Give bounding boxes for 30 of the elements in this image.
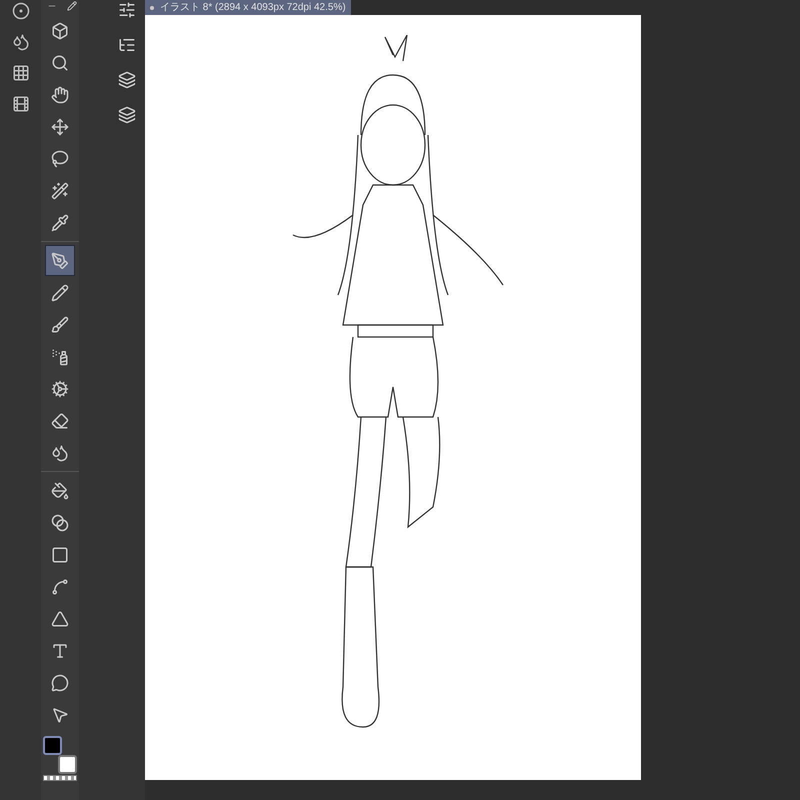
eyedropper-icon bbox=[51, 214, 69, 232]
sub-color-swatch[interactable] bbox=[58, 755, 77, 774]
square-icon bbox=[51, 546, 69, 564]
grid-icon[interactable] bbox=[12, 64, 30, 82]
layers-icon[interactable] bbox=[118, 71, 136, 89]
main-color-swatch[interactable] bbox=[43, 736, 62, 755]
pen-nib-icon bbox=[51, 252, 69, 270]
hand-icon bbox=[51, 86, 69, 104]
document-tab[interactable]: イラスト 8* (2894 x 4093px 72dpi 42.5%) bbox=[145, 0, 351, 15]
paint-bucket-icon bbox=[51, 482, 69, 500]
speech-balloon-icon bbox=[51, 674, 69, 692]
triangle-ruler-icon bbox=[51, 610, 69, 628]
object-pointer-icon bbox=[51, 706, 69, 724]
eraser-icon bbox=[51, 412, 69, 430]
transparent-color-swatch[interactable] bbox=[43, 775, 77, 781]
move-icon bbox=[51, 118, 69, 136]
document-title: イラスト 8* (2894 x 4093px 72dpi 42.5%) bbox=[160, 2, 346, 12]
drops-icon[interactable] bbox=[12, 33, 30, 51]
lasso-icon bbox=[51, 150, 69, 168]
text-tool-icon bbox=[51, 642, 69, 660]
brush-icon bbox=[51, 316, 69, 334]
magic-wand-icon bbox=[51, 182, 69, 200]
blend-drops-icon bbox=[51, 444, 69, 462]
pencil-icon bbox=[51, 284, 69, 302]
sliders-icon[interactable] bbox=[118, 1, 136, 19]
film-icon[interactable] bbox=[12, 95, 30, 113]
pencil-icon[interactable] bbox=[67, 1, 77, 11]
search-icon bbox=[51, 54, 69, 72]
spray-icon bbox=[51, 348, 69, 366]
tool-button[interactable] bbox=[45, 245, 75, 276]
